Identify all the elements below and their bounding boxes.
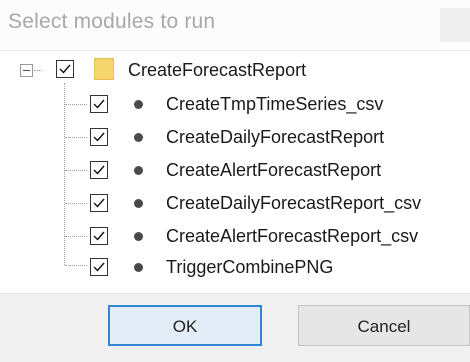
child-label[interactable]: CreateDailyForecastReport_csv [166, 193, 421, 214]
tree-connector [65, 265, 87, 266]
child-checkbox[interactable] [90, 95, 108, 113]
dialog-title: Select modules to run [8, 10, 216, 33]
collapse-icon[interactable] [20, 64, 33, 77]
child-checkbox[interactable] [90, 258, 108, 276]
module-dot-icon [134, 232, 143, 241]
module-dot-icon [134, 199, 143, 208]
child-checkbox[interactable] [90, 227, 108, 245]
module-dot-icon [134, 100, 143, 109]
module-dot-icon [134, 166, 143, 175]
select-modules-dialog: Select modules to run CreateForecastRepo… [0, 0, 470, 362]
root-label[interactable]: CreateForecastReport [128, 60, 306, 81]
child-checkbox[interactable] [90, 194, 108, 212]
tree-connector [65, 236, 87, 237]
cancel-button[interactable]: Cancel [298, 305, 470, 346]
child-checkbox[interactable] [90, 161, 108, 179]
child-checkbox[interactable] [90, 128, 108, 146]
tree-connector [65, 203, 87, 204]
tree-connector [34, 70, 42, 71]
dialog-header: Select modules to run [0, 0, 470, 50]
close-button[interactable] [440, 8, 470, 42]
dialog-footer: OK Cancel [0, 293, 470, 362]
module-dot-icon [134, 263, 143, 272]
root-checkbox[interactable] [56, 60, 74, 78]
tree-connector-vertical [64, 83, 65, 265]
ok-button[interactable]: OK [108, 305, 262, 346]
tree-connector [65, 104, 87, 105]
tree-connector [65, 137, 87, 138]
child-label[interactable]: CreateAlertForecastReport [166, 160, 381, 181]
module-dot-icon [134, 133, 143, 142]
child-label[interactable]: TriggerCombinePNG [166, 257, 333, 278]
child-label[interactable]: CreateAlertForecastReport_csv [166, 226, 418, 247]
child-label[interactable]: CreateDailyForecastReport [166, 127, 384, 148]
tree-connector [65, 170, 87, 171]
module-tree: CreateForecastReport CreateTmpTimeSeries… [0, 51, 470, 293]
child-label[interactable]: CreateTmpTimeSeries_csv [166, 94, 383, 115]
folder-icon [94, 58, 114, 80]
